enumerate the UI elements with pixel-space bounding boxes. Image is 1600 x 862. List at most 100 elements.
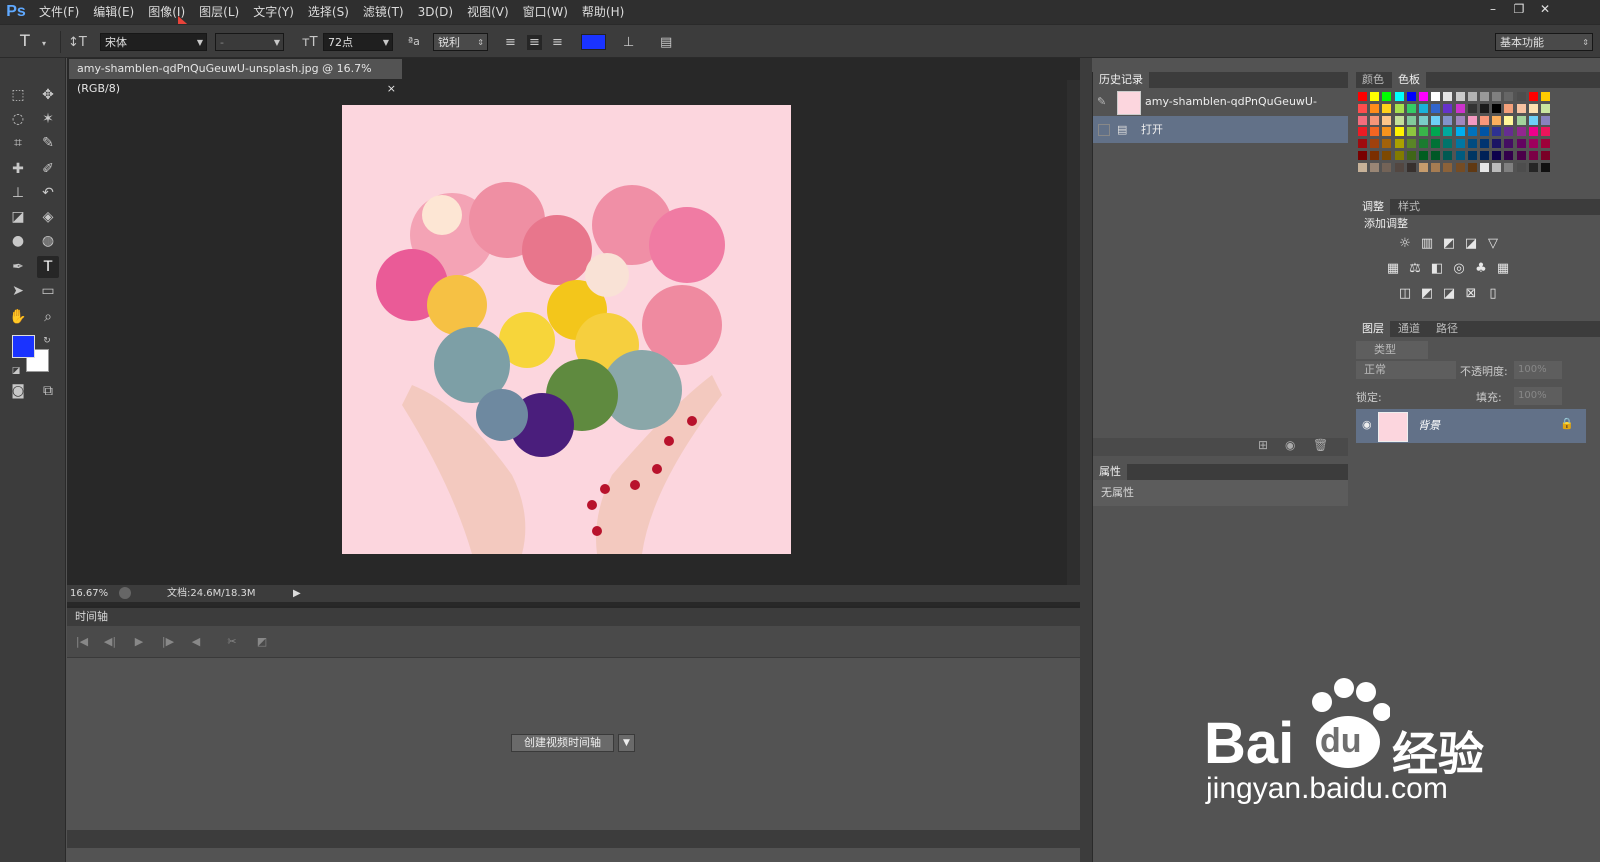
opacity-field[interactable]: 100% — [1514, 361, 1562, 379]
swatch-cell[interactable] — [1516, 127, 1526, 137]
healing-brush-tool-icon[interactable]: ✚ — [7, 158, 29, 180]
swatch-cell[interactable] — [1541, 115, 1550, 125]
swatch-cell[interactable] — [1358, 139, 1367, 149]
swatch-cell[interactable] — [1406, 92, 1416, 101]
swatch-cell[interactable] — [1455, 127, 1465, 137]
document-tab[interactable]: amy-shamblen-qdPnQuGeuwU-unsplash.jpg @ … — [69, 59, 402, 95]
swatch-cell[interactable] — [1467, 127, 1477, 137]
swatch-cell[interactable] — [1480, 92, 1489, 101]
new-document-icon[interactable]: ⊞ — [1258, 438, 1268, 452]
blend-mode-select[interactable]: 正常 — [1356, 361, 1456, 379]
swatch-cell[interactable] — [1492, 127, 1502, 137]
layer-name[interactable]: 背景 — [1418, 417, 1440, 433]
swatch-cell[interactable] — [1492, 151, 1502, 160]
swatch-cell[interactable] — [1358, 151, 1367, 160]
menu-view[interactable]: 视图(V) — [460, 0, 516, 24]
swatch-cell[interactable] — [1455, 92, 1465, 101]
swatch-cell[interactable] — [1504, 127, 1514, 137]
tab-color[interactable]: 颜色 — [1356, 72, 1390, 88]
swatch-cell[interactable] — [1492, 139, 1502, 149]
warp-text-icon[interactable]: ⊥ — [623, 35, 634, 50]
vertical-scrollbar[interactable] — [1067, 80, 1080, 585]
crop-tool-icon[interactable]: ⌗ — [7, 132, 29, 154]
swatch-cell[interactable] — [1455, 151, 1465, 160]
swatch-cell[interactable] — [1443, 151, 1453, 160]
swatch-cell[interactable] — [1467, 162, 1477, 172]
tab-properties[interactable]: 属性 — [1093, 464, 1127, 480]
swatch-cell[interactable] — [1516, 115, 1526, 125]
transition-icon[interactable]: ◩ — [253, 633, 271, 651]
layer-filter-select[interactable]: 类型 — [1356, 341, 1428, 359]
swatch-cell[interactable] — [1528, 162, 1538, 172]
swatch-cell[interactable] — [1480, 162, 1489, 172]
selective-color-icon[interactable]: ▯ — [1484, 285, 1502, 303]
lasso-tool-icon[interactable]: ◌ — [7, 108, 29, 130]
swatch-cell[interactable] — [1504, 139, 1514, 149]
chevron-down-icon[interactable]: ▼ — [618, 734, 635, 752]
black-white-icon[interactable]: ◧ — [1428, 260, 1446, 278]
swatch-cell[interactable] — [1419, 115, 1428, 125]
swatch-cell[interactable] — [1541, 103, 1550, 113]
swatch-cell[interactable] — [1382, 162, 1392, 172]
swatch-cell[interactable] — [1541, 139, 1550, 149]
clone-stamp-tool-icon[interactable]: ⊥ — [7, 182, 29, 204]
swatch-cell[interactable] — [1382, 103, 1392, 113]
swatch-cell[interactable] — [1504, 162, 1514, 172]
menu-select[interactable]: 选择(S) — [301, 0, 356, 24]
exposure-icon[interactable]: ◪ — [1462, 235, 1480, 253]
font-size-select[interactable]: 72点 ▼ — [323, 33, 393, 51]
swatch-cell[interactable] — [1431, 127, 1441, 137]
type-tool-icon[interactable]: T — [37, 256, 59, 278]
swatch-cell[interactable] — [1406, 151, 1416, 160]
default-colors-icon[interactable]: ◪ — [5, 360, 27, 382]
swatch-cell[interactable] — [1370, 151, 1380, 160]
zoom-level[interactable]: 16.67% — [70, 585, 108, 602]
gradient-map-icon[interactable]: ⊠ — [1462, 285, 1480, 303]
split-scissors-icon[interactable]: ✂ — [223, 633, 241, 651]
play-icon[interactable]: ▶ — [130, 633, 148, 651]
history-checkbox[interactable] — [1098, 124, 1110, 136]
swatch-cell[interactable] — [1431, 115, 1441, 125]
swatch-cell[interactable] — [1528, 92, 1538, 101]
pen-tool-icon[interactable]: ✒ — [7, 256, 29, 278]
align-right-icon[interactable]: ≡ — [552, 35, 563, 50]
swatch-cell[interactable] — [1480, 103, 1489, 113]
swatch-cell[interactable] — [1382, 151, 1392, 160]
swatch-cell[interactable] — [1443, 92, 1453, 101]
create-video-timeline-button[interactable]: 创建视频时间轴 — [511, 734, 614, 752]
swatch-cell[interactable] — [1467, 151, 1477, 160]
invert-icon[interactable]: ◫ — [1396, 285, 1414, 303]
minimize-button[interactable]: – — [1480, 0, 1506, 18]
swatch-cell[interactable] — [1419, 127, 1428, 137]
swatch-cell[interactable] — [1492, 103, 1502, 113]
history-snapshot[interactable]: ✎ amy-shamblen-qdPnQuGeuwU-unspl... — [1093, 88, 1348, 135]
visibility-eye-icon[interactable]: ◉ — [1362, 418, 1372, 431]
foreground-color-swatch[interactable] — [12, 335, 35, 358]
tab-paths[interactable]: 路径 — [1430, 321, 1464, 337]
swatch-cell[interactable] — [1382, 92, 1392, 101]
menu-edit[interactable]: 编辑(E) — [86, 0, 141, 24]
swatch-cell[interactable] — [1492, 162, 1502, 172]
status-menu-arrow-icon[interactable]: ▶ — [293, 585, 301, 602]
swatch-cell[interactable] — [1394, 162, 1404, 172]
swatch-cell[interactable] — [1516, 103, 1526, 113]
swatch-cell[interactable] — [1480, 127, 1489, 137]
swatch-cell[interactable] — [1516, 92, 1526, 101]
swatch-cell[interactable] — [1394, 151, 1404, 160]
swatch-cell[interactable] — [1370, 115, 1380, 125]
swatch-cell[interactable] — [1370, 139, 1380, 149]
swatch-cell[interactable] — [1516, 151, 1526, 160]
marquee-tool-icon[interactable]: ⬚ — [7, 84, 29, 106]
swatch-cell[interactable] — [1431, 92, 1441, 101]
blur-tool-icon[interactable]: ● — [7, 230, 29, 252]
path-selection-tool-icon[interactable]: ➤ — [7, 280, 29, 302]
swatch-cell[interactable] — [1406, 162, 1416, 172]
color-lookup-icon[interactable]: ▦ — [1494, 260, 1512, 278]
photo-filter-icon[interactable]: ◎ — [1450, 260, 1468, 278]
swatch-cell[interactable] — [1455, 103, 1465, 113]
tab-channels[interactable]: 通道 — [1392, 321, 1426, 337]
text-orientation-icon[interactable]: ↕T — [68, 35, 87, 50]
text-color-swatch[interactable] — [581, 34, 606, 50]
audio-icon[interactable]: ◀ — [187, 633, 205, 651]
menu-file[interactable]: 文件(F) — [32, 0, 86, 24]
